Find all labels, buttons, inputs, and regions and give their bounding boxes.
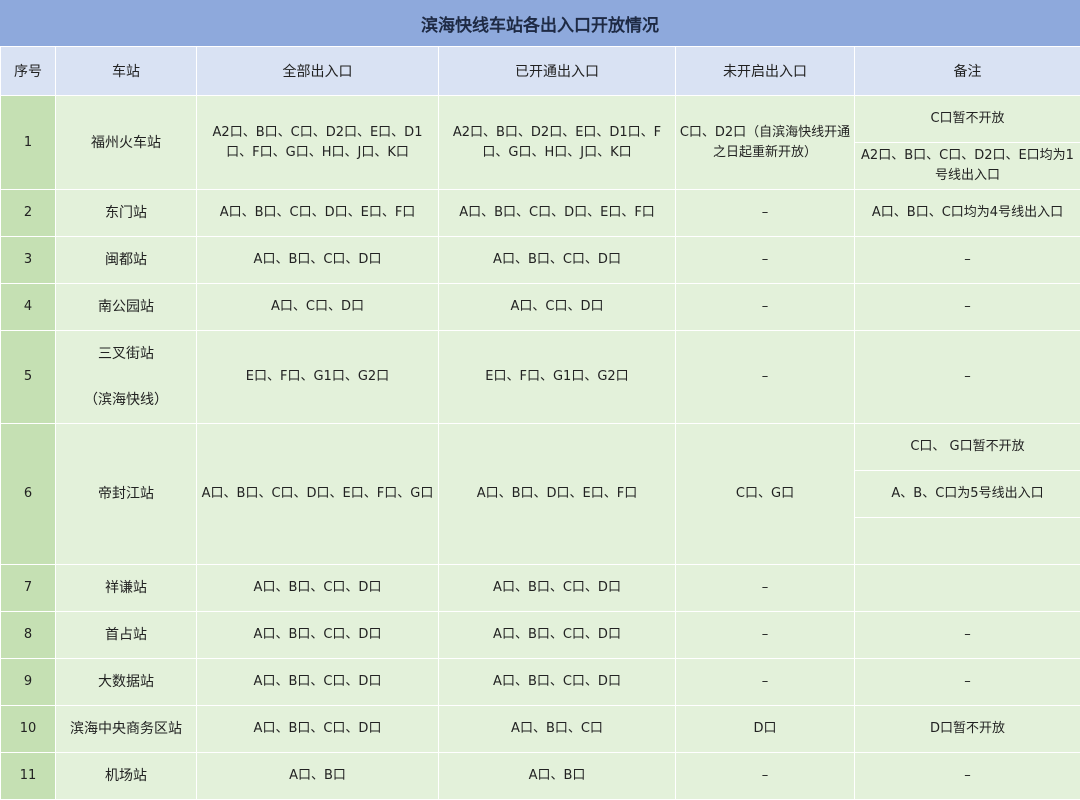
- table-row: 4 南公园站 A口、C口、D口 A口、C口、D口 – –: [0, 283, 1080, 331]
- row-notes: C口、 G口暂不开放 A、B、C口为5号线出入口: [854, 423, 1080, 565]
- row-closed-exits: –: [675, 611, 855, 659]
- table-row: 10 滨海中央商务区站 A口、B口、C口、D口 A口、B口、C口 D口 D口暂不…: [0, 705, 1080, 753]
- station-name: 三叉街站: [98, 346, 154, 362]
- row-notes: –: [854, 330, 1080, 424]
- row-open-exits: A口、B口、C口、D口: [438, 564, 676, 612]
- table-row: 11 机场站 A口、B口 A口、B口 – –: [0, 752, 1080, 800]
- row-seq: 4: [0, 283, 56, 331]
- row-closed-exits: –: [675, 189, 855, 237]
- row-open-exits: A口、B口、C口、D口、E口、F口: [438, 189, 676, 237]
- row-open-exits: A口、B口、D口、E口、F口: [438, 423, 676, 565]
- row-notes: –: [854, 611, 1080, 659]
- row-seq: 1: [0, 95, 56, 190]
- row-notes: [854, 564, 1080, 612]
- row-all-exits: A口、B口、C口、D口: [196, 658, 439, 706]
- header-station: 车站: [55, 46, 197, 96]
- row-all-exits: E口、F口、G1口、G2口: [196, 330, 439, 424]
- note-line: [855, 517, 1080, 564]
- row-station: 大数据站: [55, 658, 197, 706]
- row-station: 机场站: [55, 752, 197, 800]
- row-closed-exits: –: [675, 658, 855, 706]
- row-closed-exits: –: [675, 752, 855, 800]
- header-seq: 序号: [0, 46, 56, 96]
- row-all-exits: A口、B口、C口、D口、E口、F口: [196, 189, 439, 237]
- row-open-exits: A口、B口、C口、D口: [438, 611, 676, 659]
- row-open-exits: E口、F口、G1口、G2口: [438, 330, 676, 424]
- row-station: 南公园站: [55, 283, 197, 331]
- row-notes: –: [854, 236, 1080, 284]
- row-all-exits: A口、B口: [196, 752, 439, 800]
- row-station: 滨海中央商务区站: [55, 705, 197, 753]
- header-all-exits: 全部出入口: [196, 46, 439, 96]
- row-seq: 9: [0, 658, 56, 706]
- station-subtitle: （滨海快线）: [84, 392, 168, 408]
- row-notes: –: [854, 752, 1080, 800]
- table-row: 8 首占站 A口、B口、C口、D口 A口、B口、C口、D口 – –: [0, 611, 1080, 659]
- row-closed-exits: –: [675, 236, 855, 284]
- row-notes: D口暂不开放: [854, 705, 1080, 753]
- row-station: 帝封江站: [55, 423, 197, 565]
- row-seq: 7: [0, 564, 56, 612]
- table-row: 1 福州火车站 A2口、B口、C口、D2口、E口、D1口、F口、G口、H口、J口…: [0, 95, 1080, 190]
- row-open-exits: A口、C口、D口: [438, 283, 676, 331]
- row-all-exits: A口、C口、D口: [196, 283, 439, 331]
- row-closed-exits: C口、G口: [675, 423, 855, 565]
- row-station: 三叉街站 （滨海快线）: [55, 330, 197, 424]
- row-seq: 6: [0, 423, 56, 565]
- table-row: 3 闽都站 A口、B口、C口、D口 A口、B口、C口、D口 – –: [0, 236, 1080, 284]
- row-seq: 10: [0, 705, 56, 753]
- note-line: C口暂不开放: [930, 111, 1005, 126]
- row-open-exits: A口、B口: [438, 752, 676, 800]
- header-open-exits: 已开通出入口: [438, 46, 676, 96]
- row-notes: –: [854, 658, 1080, 706]
- row-station: 福州火车站: [55, 95, 197, 190]
- row-all-exits: A口、B口、C口、D口: [196, 705, 439, 753]
- row-seq: 8: [0, 611, 56, 659]
- table-row: 7 祥谦站 A口、B口、C口、D口 A口、B口、C口、D口 –: [0, 564, 1080, 612]
- header-row: 序号 车站 全部出入口 已开通出入口 未开启出入口 备注: [0, 46, 1080, 96]
- row-notes: –: [854, 283, 1080, 331]
- row-open-exits: A2口、B口、D2口、E口、D1口、F口、G口、H口、J口、K口: [438, 95, 676, 190]
- row-station: 东门站: [55, 189, 197, 237]
- row-closed-exits: C口、D2口（自滨海快线开通之日起重新开放）: [675, 95, 855, 190]
- table-row: 9 大数据站 A口、B口、C口、D口 A口、B口、C口、D口 – –: [0, 658, 1080, 706]
- note-line: C口、 G口暂不开放: [910, 439, 1025, 454]
- row-station: 首占站: [55, 611, 197, 659]
- header-closed-exits: 未开启出入口: [675, 46, 855, 96]
- row-closed-exits: –: [675, 564, 855, 612]
- row-all-exits: A口、B口、C口、D口: [196, 611, 439, 659]
- row-seq: 2: [0, 189, 56, 237]
- header-notes: 备注: [854, 46, 1080, 96]
- row-seq: 11: [0, 752, 56, 800]
- row-all-exits: A口、B口、C口、D口: [196, 564, 439, 612]
- table-row: 5 三叉街站 （滨海快线） E口、F口、G1口、G2口 E口、F口、G1口、G2…: [0, 330, 1080, 424]
- note-line: A、B、C口为5号线出入口: [855, 470, 1080, 517]
- table-title: 滨海快线车站各出入口开放情况: [0, 0, 1080, 46]
- exit-status-table: 序号 车站 全部出入口 已开通出入口 未开启出入口 备注 1 福州火车站 A2口…: [0, 46, 1080, 800]
- row-station: 祥谦站: [55, 564, 197, 612]
- row-open-exits: A口、B口、C口、D口: [438, 658, 676, 706]
- row-all-exits: A口、B口、C口、D口: [196, 236, 439, 284]
- row-closed-exits: D口: [675, 705, 855, 753]
- row-seq: 5: [0, 330, 56, 424]
- row-seq: 3: [0, 236, 56, 284]
- row-notes: C口暂不开放 A2口、B口、C口、D2口、E口均为1号线出入口: [854, 95, 1080, 190]
- row-all-exits: A口、B口、C口、D口、E口、F口、G口: [196, 423, 439, 565]
- table-row: 2 东门站 A口、B口、C口、D口、E口、F口 A口、B口、C口、D口、E口、F…: [0, 189, 1080, 237]
- row-notes: A口、B口、C口均为4号线出入口: [854, 189, 1080, 237]
- row-station: 闽都站: [55, 236, 197, 284]
- row-closed-exits: –: [675, 330, 855, 424]
- table-row: 6 帝封江站 A口、B口、C口、D口、E口、F口、G口 A口、B口、D口、E口、…: [0, 423, 1080, 565]
- row-all-exits: A2口、B口、C口、D2口、E口、D1口、F口、G口、H口、J口、K口: [196, 95, 439, 190]
- row-open-exits: A口、B口、C口、D口: [438, 236, 676, 284]
- row-closed-exits: –: [675, 283, 855, 331]
- row-open-exits: A口、B口、C口: [438, 705, 676, 753]
- note-line: A2口、B口、C口、D2口、E口均为1号线出入口: [855, 142, 1080, 189]
